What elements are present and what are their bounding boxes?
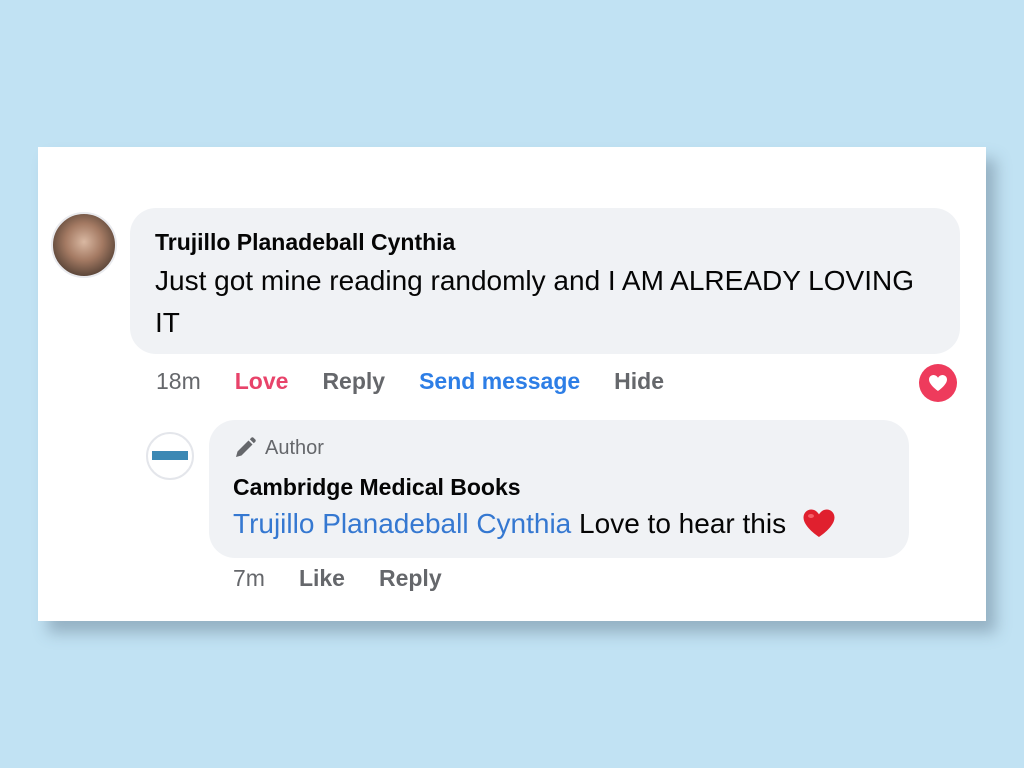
mention-link[interactable]: Trujillo Planadeball Cynthia <box>233 508 571 539</box>
comment-text: Just got mine reading randomly and I AM … <box>155 265 914 338</box>
reply-text: Trujillo Planadeball Cynthia Love to hea… <box>233 506 836 545</box>
comment-timestamp[interactable]: 18m <box>156 368 201 395</box>
commenter-name[interactable]: Trujillo Planadeball Cynthia <box>155 229 455 256</box>
love-button[interactable]: Love <box>235 368 289 395</box>
heart-reaction-icon[interactable] <box>919 364 957 402</box>
commenter-avatar[interactable] <box>51 212 117 278</box>
reply-actions: 7m Like Reply <box>233 565 442 592</box>
hide-button[interactable]: Hide <box>614 368 664 395</box>
pencil-icon <box>236 437 256 457</box>
author-badge: Author <box>233 436 324 460</box>
page-logo <box>152 451 188 460</box>
reply-button[interactable]: Reply <box>322 368 385 395</box>
heart-icon <box>929 375 947 391</box>
comment-bubble: Trujillo Planadeball Cynthia Just got mi… <box>130 208 960 354</box>
reply-message: Love to hear this <box>579 508 787 539</box>
comment-actions: 18m Love Reply Send message Hide <box>156 368 664 395</box>
send-message-button[interactable]: Send message <box>419 368 580 395</box>
page-avatar[interactable] <box>146 432 194 480</box>
reply-reply-button[interactable]: Reply <box>379 565 442 592</box>
author-badge-label: Author <box>265 436 324 459</box>
like-button[interactable]: Like <box>299 565 345 592</box>
reply-author-name[interactable]: Cambridge Medical Books <box>233 474 521 501</box>
red-heart-emoji-icon <box>802 508 836 547</box>
reply-timestamp[interactable]: 7m <box>233 565 265 592</box>
reply-bubble: Author Cambridge Medical Books Trujillo … <box>209 420 909 558</box>
